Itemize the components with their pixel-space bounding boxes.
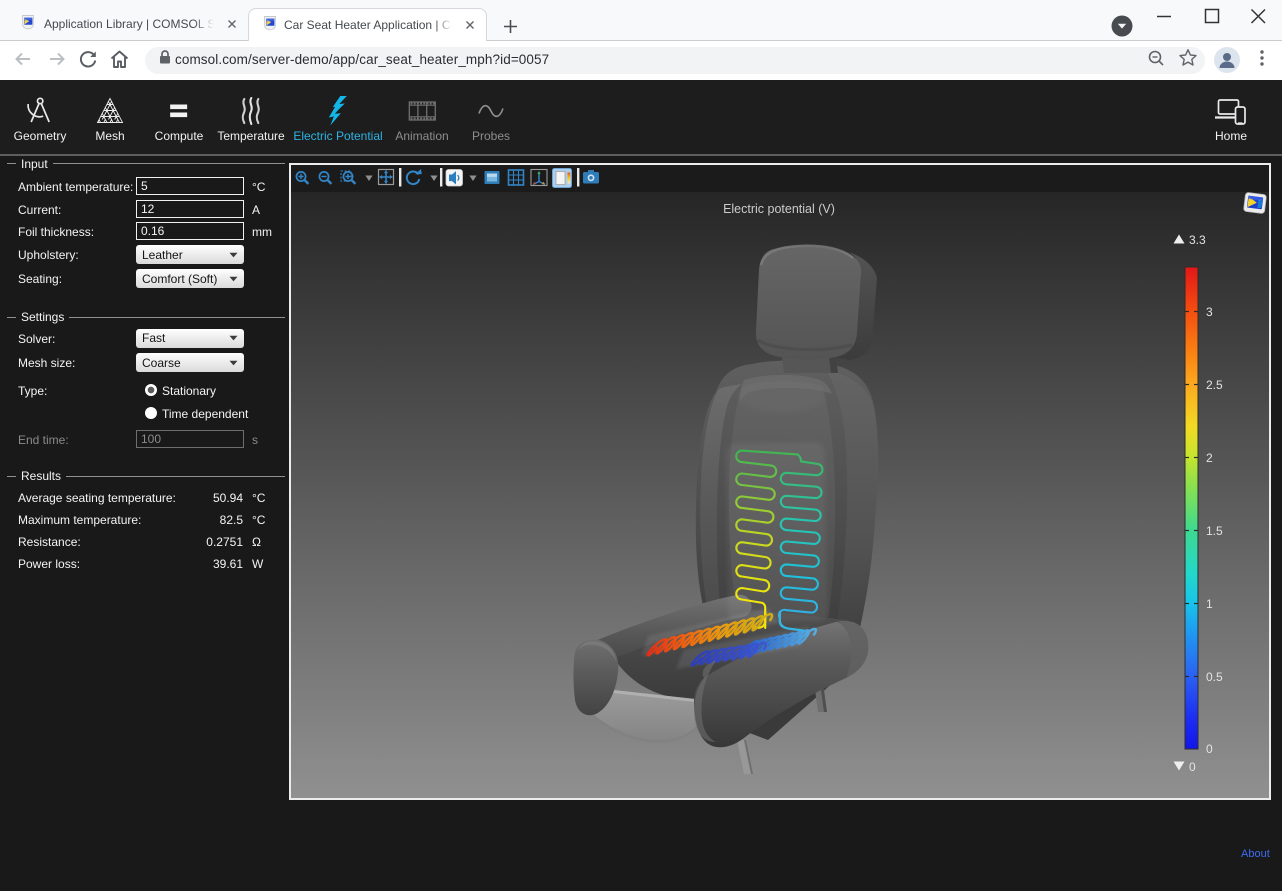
- svg-text:3: 3: [1206, 305, 1213, 319]
- svg-text:2.5: 2.5: [1206, 378, 1223, 392]
- svg-text:3.3: 3.3: [1189, 233, 1206, 247]
- svg-text:Electric potential (V): Electric potential (V): [723, 202, 835, 216]
- svg-text:1: 1: [1206, 597, 1213, 611]
- svg-text:0.5: 0.5: [1206, 670, 1223, 684]
- svg-text:0: 0: [1206, 742, 1213, 756]
- svg-text:2: 2: [1206, 451, 1213, 465]
- svg-text:1.5: 1.5: [1206, 524, 1223, 538]
- svg-text:0: 0: [1189, 760, 1196, 774]
